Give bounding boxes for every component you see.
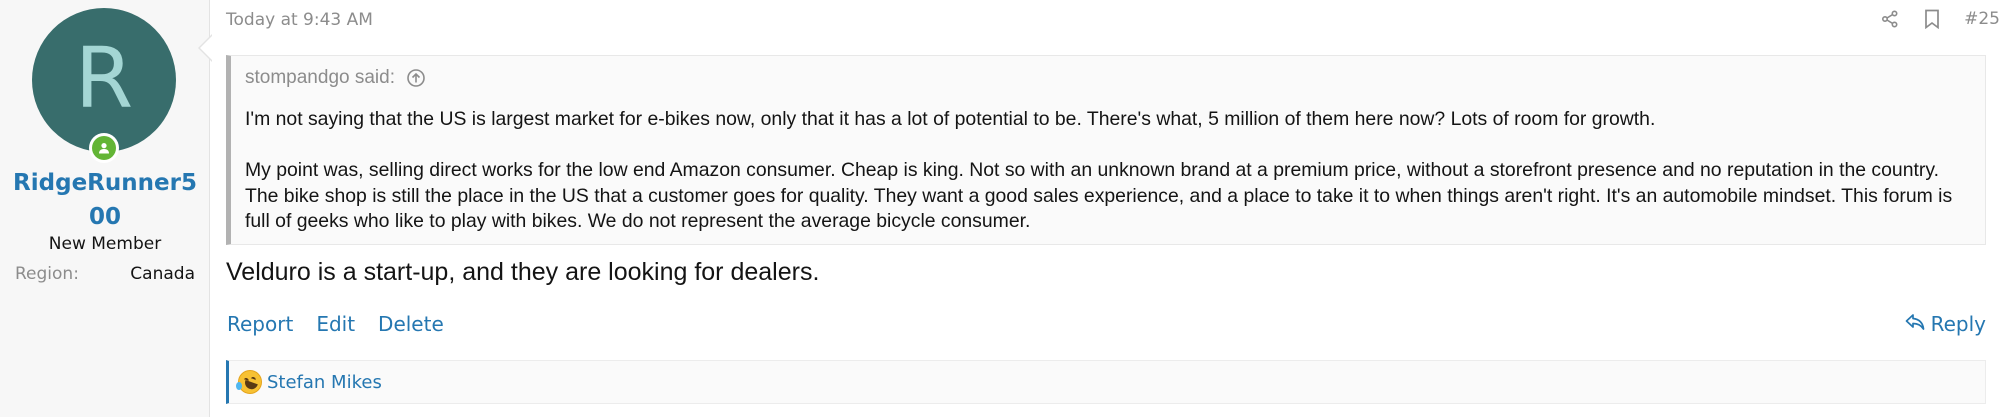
post-date[interactable]: Today at 9:43 AM <box>226 10 373 30</box>
post-actions-top: #25 <box>1880 8 2000 30</box>
user-title: New Member <box>48 234 162 254</box>
username-link[interactable]: RidgeRunner500 <box>10 166 200 234</box>
reply-label: Reply <box>1930 312 1986 336</box>
quote-body: I'm not saying that the US is largest ma… <box>245 107 1975 235</box>
report-link[interactable]: Report <box>227 312 293 336</box>
quote-header: stompandgo said: <box>245 67 427 89</box>
user-online-icon <box>89 133 119 163</box>
rolling-laughing-emoji-icon[interactable] <box>236 370 262 394</box>
delete-link[interactable]: Delete <box>378 312 444 336</box>
reply-icon <box>1905 312 1925 336</box>
arrow-up-circle-icon[interactable] <box>405 67 427 89</box>
post-footer-actions: Report Edit Delete <box>227 312 444 336</box>
quote-paragraph: I'm not saying that the US is largest ma… <box>245 108 1656 130</box>
bookmark-icon[interactable] <box>1922 8 1942 30</box>
reaction-users-link[interactable]: Stefan Mikes <box>267 372 382 393</box>
forum-post: R RidgeRunner500 New Member Region: Cana… <box>0 0 2000 417</box>
share-icon[interactable] <box>1880 8 1900 30</box>
reply-button[interactable]: Reply <box>1905 312 1986 336</box>
user-extra-region: Region: Canada <box>15 264 195 284</box>
quote-paragraph: My point was, selling direct works for t… <box>245 159 1953 232</box>
message-cell: Today at 9:43 AM #25 stompandgo said: I'… <box>211 0 2000 417</box>
message-text: Velduro is a start-up, and they are look… <box>226 258 820 286</box>
region-value: Canada <box>130 264 195 284</box>
edit-link[interactable]: Edit <box>316 312 355 336</box>
reactions-bar: Stefan Mikes <box>226 360 1986 404</box>
user-sidebar: R RidgeRunner500 New Member Region: Cana… <box>0 0 210 417</box>
region-label: Region: <box>15 264 79 284</box>
avatar[interactable]: R <box>32 8 176 152</box>
quote-block: stompandgo said: I'm not saying that the… <box>226 55 1986 245</box>
quote-author[interactable]: stompandgo said: <box>245 67 395 89</box>
user-arrow <box>198 34 213 62</box>
avatar-letter: R <box>74 29 134 127</box>
post-number[interactable]: #25 <box>1964 9 2000 29</box>
